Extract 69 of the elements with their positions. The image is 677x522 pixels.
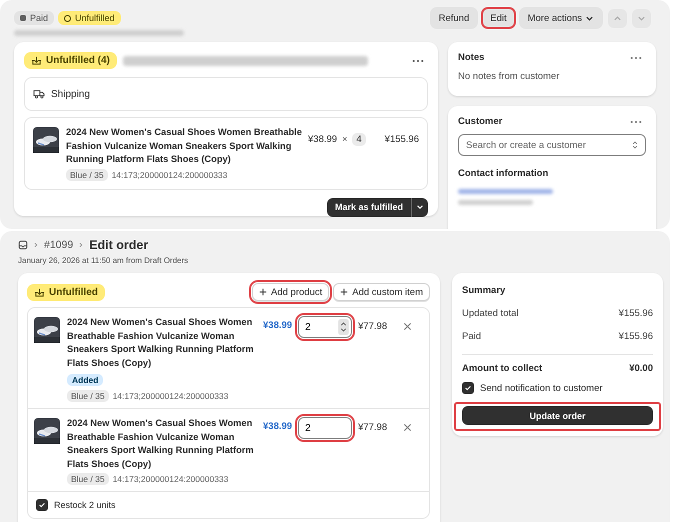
- page-title: Edit order: [89, 238, 148, 252]
- mark-as-fulfilled-button[interactable]: Mark as fulfilled: [326, 198, 411, 216]
- truck-icon: [33, 89, 45, 99]
- card-title: Summary: [462, 285, 506, 296]
- line-total: ¥155.96: [384, 134, 419, 145]
- unit-price-link[interactable]: ¥38.99: [263, 320, 292, 331]
- update-order-button[interactable]: Update order: [462, 406, 653, 425]
- summary-label: Amount to collect: [462, 363, 542, 374]
- select-arrows-icon: [632, 140, 638, 150]
- chevron-up-icon: [613, 14, 622, 22]
- delivery-method: Shipping: [51, 88, 90, 100]
- status-badge: Paid: [14, 11, 54, 25]
- notify-checkbox[interactable]: [462, 382, 474, 394]
- add-button[interactable]: Add product: [252, 283, 330, 301]
- variant-tag: Blue / 35: [67, 473, 109, 485]
- breadcrumb-link[interactable]: #1099: [44, 239, 74, 251]
- product-title[interactable]: 2024 New Women's Casual Shoes Women Breathable Fashion Vulcanize Woman Sneakers Sport Walking Running Platform Flats Shoes (Copy): [67, 417, 257, 471]
- product-title[interactable]: 2024 New Women's Casual Shoes Women Breathable Fashion Vulcanize Woman Sneakers Sport Walking Running Platform Flats Shoes (Copy): [67, 316, 257, 370]
- checkbox-label: Send notification to customer: [480, 382, 603, 394]
- chevron-down-icon: [585, 14, 594, 22]
- stepper-icon[interactable]: [338, 319, 350, 335]
- order-date: January 26, 2026 at 11:50 am from Draft Orders: [18, 256, 190, 265]
- restock-checkbox[interactable]: [36, 499, 48, 511]
- sku-text: 14:173;200000124:200000333: [112, 170, 228, 180]
- unit-price-link[interactable]: ¥38.99: [263, 421, 292, 432]
- section-title: Contact information: [458, 168, 550, 179]
- chevron-right-icon: [33, 242, 39, 248]
- product-title[interactable]: 2024 New Women's Casual Shoes Women Breathable Fashion Vulcanize Woman Sneakers Sport Walking Running Platform Flats Shoes (Copy): [66, 126, 302, 166]
- variant-tag: Blue / 35: [67, 390, 109, 402]
- summary-value: ¥0.00: [629, 363, 653, 374]
- dropdown-button[interactable]: [411, 198, 428, 216]
- summary-label: Paid: [462, 331, 482, 342]
- more-icon[interactable]: [630, 56, 642, 60]
- customer-search-field[interactable]: Search or create a customer: [458, 134, 646, 156]
- sku-text: 14:173;200000124:200000333: [112, 474, 228, 484]
- fulfillment-status-badge: Unfulfilled (4): [24, 52, 117, 69]
- summary-value: ¥155.96: [618, 331, 653, 342]
- card-title: Customer: [458, 116, 502, 127]
- action-button[interactable]: Refund: [430, 7, 478, 29]
- status-badge: Unfulfilled: [58, 11, 121, 25]
- chevron-down-icon: [416, 203, 424, 211]
- inbox-icon[interactable]: [18, 240, 28, 250]
- remove-icon[interactable]: [403, 423, 412, 432]
- checkmark-icon: [38, 501, 46, 509]
- card-title: Notes: [458, 52, 484, 63]
- fulfillment-status-badge: Unfulfilled: [27, 284, 105, 300]
- notes-text: No notes from customer: [458, 71, 560, 82]
- summary-value: ¥155.96: [618, 308, 653, 319]
- checkmark-icon: [464, 384, 472, 392]
- added-badge: Added: [67, 374, 104, 386]
- more-icon[interactable]: [630, 120, 642, 124]
- quantity-field[interactable]: 2: [298, 417, 352, 439]
- variant-tag: Blue / 35: [66, 168, 108, 180]
- unit-price: ¥38.99: [308, 134, 338, 145]
- multiply-sign: ×: [342, 134, 348, 144]
- more-actions-button[interactable]: More actions: [518, 7, 603, 29]
- action-button[interactable]: Edit: [481, 7, 516, 29]
- line-total: ¥77.98: [358, 321, 388, 332]
- add-button[interactable]: Add custom item: [333, 283, 430, 301]
- checkbox-label: Restock 2 units: [54, 500, 116, 510]
- line-total: ¥77.98: [358, 422, 388, 433]
- more-icon[interactable]: [412, 58, 424, 62]
- sku-text: 14:173;200000124:200000333: [112, 391, 228, 401]
- summary-label: Updated total: [462, 308, 519, 319]
- plus-icon: [340, 288, 348, 296]
- quantity-badge: 4: [352, 133, 366, 146]
- chevron-right-icon: [78, 242, 84, 248]
- plus-icon: [259, 288, 268, 296]
- remove-icon[interactable]: [403, 322, 412, 331]
